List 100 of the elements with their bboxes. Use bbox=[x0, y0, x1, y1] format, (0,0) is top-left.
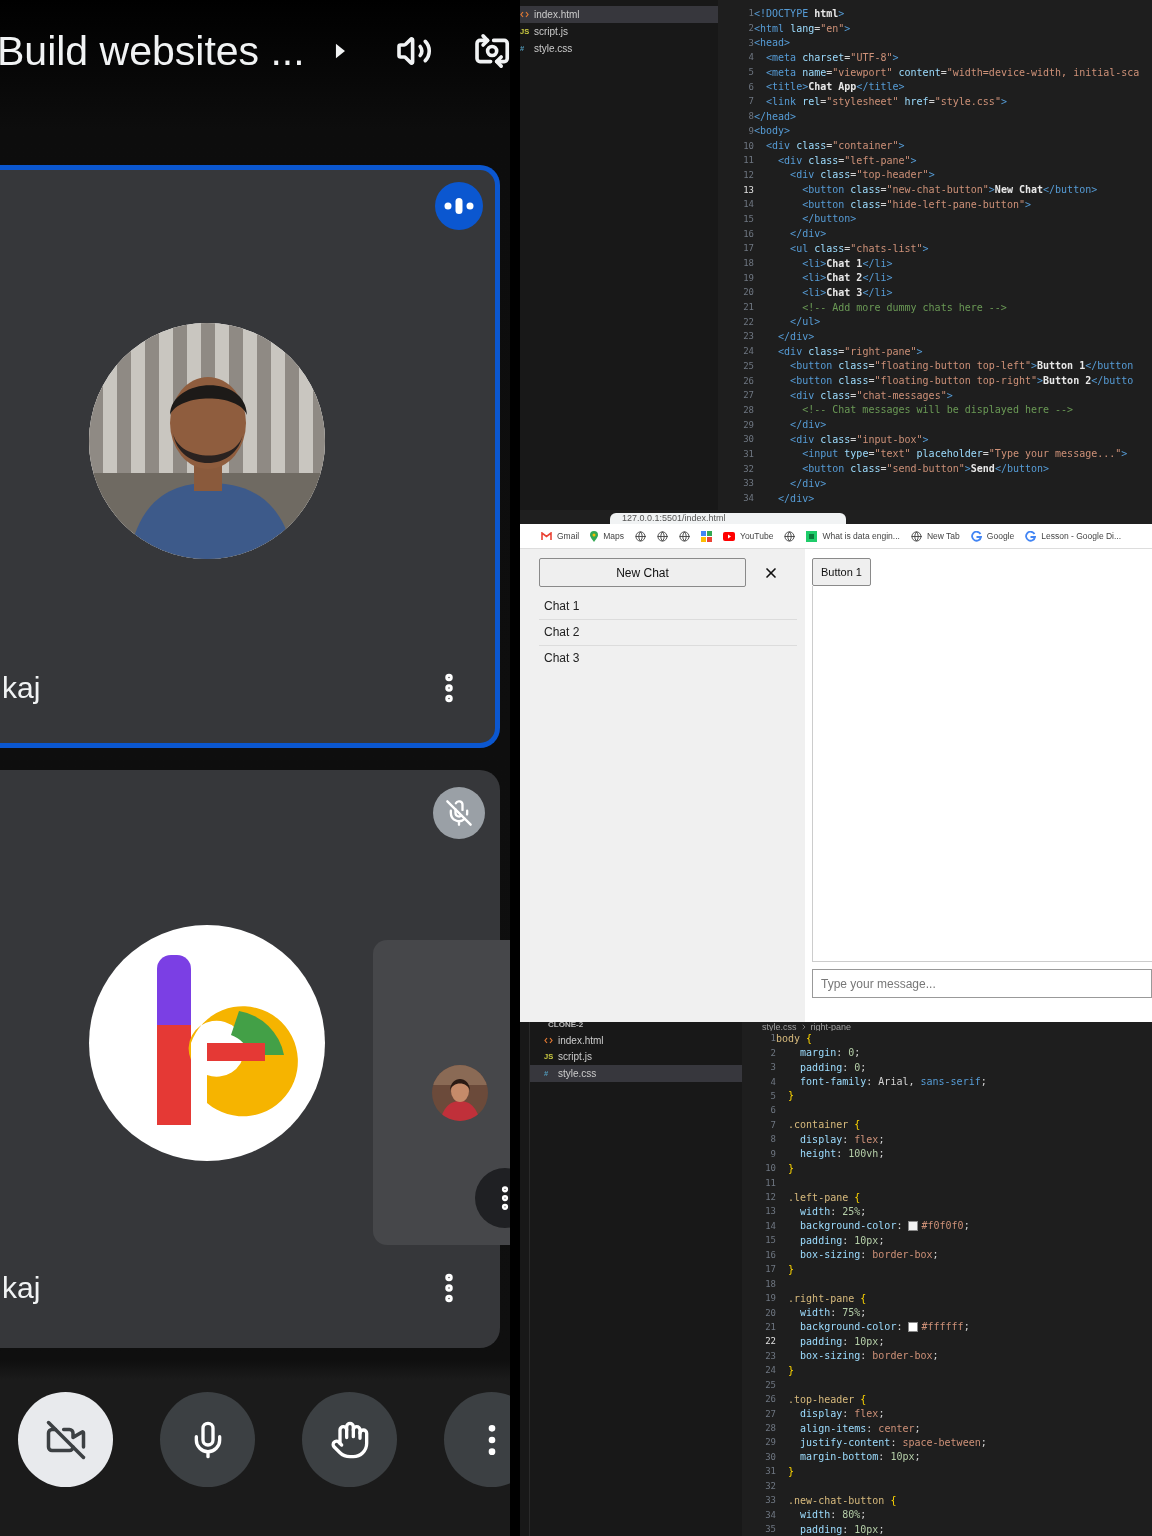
html-file-icon bbox=[544, 1036, 553, 1044]
file-name: script.js bbox=[558, 1051, 592, 1063]
line-number: 9 bbox=[747, 125, 754, 136]
code-text: <meta charset="UTF-8"> bbox=[765, 51, 899, 63]
bookmark-label[interactable]: New Tab bbox=[926, 531, 960, 541]
line-number: 19 bbox=[742, 272, 754, 283]
participant-name: kaj bbox=[2, 1271, 41, 1305]
line-number: 22 bbox=[742, 316, 754, 327]
line-number: 19 bbox=[764, 1293, 776, 1304]
line-number: 16 bbox=[742, 228, 754, 239]
bookmark[interactable]: YouTube bbox=[723, 531, 774, 541]
line-number: 11 bbox=[742, 155, 754, 166]
bookmark-label[interactable]: Maps bbox=[603, 531, 624, 541]
bookmark-label[interactable]: Gmail bbox=[557, 531, 580, 541]
file-name: style.css bbox=[558, 1067, 597, 1079]
hand-icon[interactable] bbox=[329, 1419, 370, 1460]
line-number: 34 bbox=[764, 1509, 776, 1520]
line-number: 20 bbox=[764, 1307, 776, 1318]
play-icon[interactable] bbox=[334, 42, 346, 60]
code-text: margin-bottom: 10px; bbox=[799, 1451, 921, 1463]
code-text: #ffffff; bbox=[921, 1321, 970, 1333]
camera-off-icon[interactable] bbox=[44, 1418, 87, 1461]
file-item[interactable]: index.html bbox=[520, 6, 718, 23]
google-icon bbox=[970, 530, 982, 542]
line-number: 29 bbox=[742, 419, 754, 430]
code-text: <!-- Add more dummy chats here --> bbox=[801, 301, 1007, 313]
message-input[interactable]: Type your message... bbox=[812, 969, 1152, 998]
line-number: 26 bbox=[764, 1394, 776, 1405]
address-bar[interactable]: 127.0.0.1:5501/index.html bbox=[610, 513, 846, 524]
line-number: 17 bbox=[764, 1264, 776, 1275]
line-number: 23 bbox=[742, 331, 754, 342]
code-text: <button class="floating-button top-left">Button 1</button bbox=[789, 360, 1134, 372]
switch-camera-icon[interactable] bbox=[473, 31, 510, 71]
line-number: 29 bbox=[764, 1437, 776, 1448]
bookmark[interactable]: Maps bbox=[590, 530, 624, 542]
bookmark[interactable]: New Tab bbox=[910, 530, 960, 542]
line-number: 22 bbox=[764, 1336, 776, 1347]
code-text: <li>Chat 1</li> bbox=[801, 257, 893, 269]
code-text: body { bbox=[776, 1032, 813, 1044]
chat-item[interactable]: Chat 1 bbox=[539, 594, 797, 620]
code-text: display: flex; bbox=[799, 1133, 885, 1145]
code-text: <input type="text" placeholder="Type your message..."> bbox=[801, 448, 1128, 460]
line-number: 2 bbox=[747, 23, 754, 34]
new-chat-button[interactable]: New Chat bbox=[539, 558, 746, 587]
line-number: 14 bbox=[764, 1220, 776, 1231]
participant-thumbnail[interactable] bbox=[373, 940, 510, 1245]
code-text: padding: 10px; bbox=[799, 1523, 885, 1535]
floating-button[interactable]: Button 1 bbox=[812, 558, 871, 586]
code-text: .right-pane { bbox=[787, 1292, 867, 1304]
code-text: <body> bbox=[754, 125, 791, 137]
code-text: align-items: center; bbox=[799, 1422, 921, 1434]
line-number: 27 bbox=[742, 390, 754, 401]
bookmark[interactable]: Google bbox=[970, 530, 1015, 542]
line-number: 8 bbox=[747, 111, 754, 122]
microphone-off-icon bbox=[445, 799, 473, 827]
line-number: 32 bbox=[764, 1480, 776, 1491]
line-number: 1 bbox=[747, 8, 754, 19]
line-number: 15 bbox=[764, 1235, 776, 1246]
line-number: 25 bbox=[742, 360, 754, 371]
code-text: } bbox=[787, 1465, 795, 1477]
file-item[interactable]: index.html bbox=[530, 1032, 742, 1049]
code-text: width: 80%; bbox=[799, 1509, 867, 1521]
bookmark-label[interactable]: Lesson - Google Di... bbox=[1041, 531, 1122, 541]
breadcrumb-item[interactable]: style.css bbox=[762, 1024, 797, 1029]
line-number: 24 bbox=[764, 1365, 776, 1376]
code-text: </div> bbox=[789, 477, 827, 489]
breadcrumb-item[interactable]: right-pane bbox=[810, 1024, 852, 1029]
chat-item[interactable]: Chat 3 bbox=[539, 646, 797, 671]
folder-name[interactable]: CLONE-2 bbox=[530, 1022, 742, 1032]
code-text: </div> bbox=[789, 228, 827, 240]
bookmark[interactable]: Lesson - Google Di... bbox=[1025, 530, 1122, 542]
participant-name: kaj bbox=[2, 671, 41, 705]
line-number: 15 bbox=[742, 213, 754, 224]
chat-item[interactable]: Chat 2 bbox=[539, 620, 797, 646]
globe-icon bbox=[784, 530, 796, 542]
line-number: 25 bbox=[764, 1379, 776, 1390]
code-text: padding: 10px; bbox=[799, 1335, 885, 1347]
line-number: 23 bbox=[764, 1350, 776, 1361]
speaking-icon bbox=[444, 198, 474, 214]
code-text: } bbox=[787, 1162, 795, 1174]
code-text: #f0f0f0; bbox=[921, 1220, 970, 1232]
meeting-title: Build websites ... bbox=[0, 27, 305, 75]
line-number: 5 bbox=[769, 1090, 776, 1101]
bookmark-label[interactable]: What is data engin... bbox=[822, 531, 900, 541]
code-text: </ul> bbox=[789, 316, 821, 328]
line-number: 10 bbox=[764, 1163, 776, 1174]
line-number: 16 bbox=[764, 1249, 776, 1260]
bookmark[interactable]: Gmail bbox=[541, 531, 580, 541]
google-icon bbox=[1025, 530, 1037, 542]
bookmark-label[interactable]: YouTube bbox=[740, 531, 774, 541]
code-text: <!DOCTYPE html> bbox=[754, 7, 845, 19]
bookmark-label[interactable]: Google bbox=[986, 531, 1015, 541]
line-number: 33 bbox=[764, 1495, 776, 1506]
code-text: </head> bbox=[754, 110, 797, 122]
file-name: style.css bbox=[534, 43, 573, 54]
line-number: 8 bbox=[769, 1134, 776, 1145]
bookmark[interactable]: What is data engin... bbox=[806, 530, 900, 542]
code-text: <button class="send-button">Send</button> bbox=[801, 463, 1050, 475]
code-text: <div class="top-header"> bbox=[789, 169, 935, 181]
code-text: background-color: bbox=[799, 1220, 904, 1232]
